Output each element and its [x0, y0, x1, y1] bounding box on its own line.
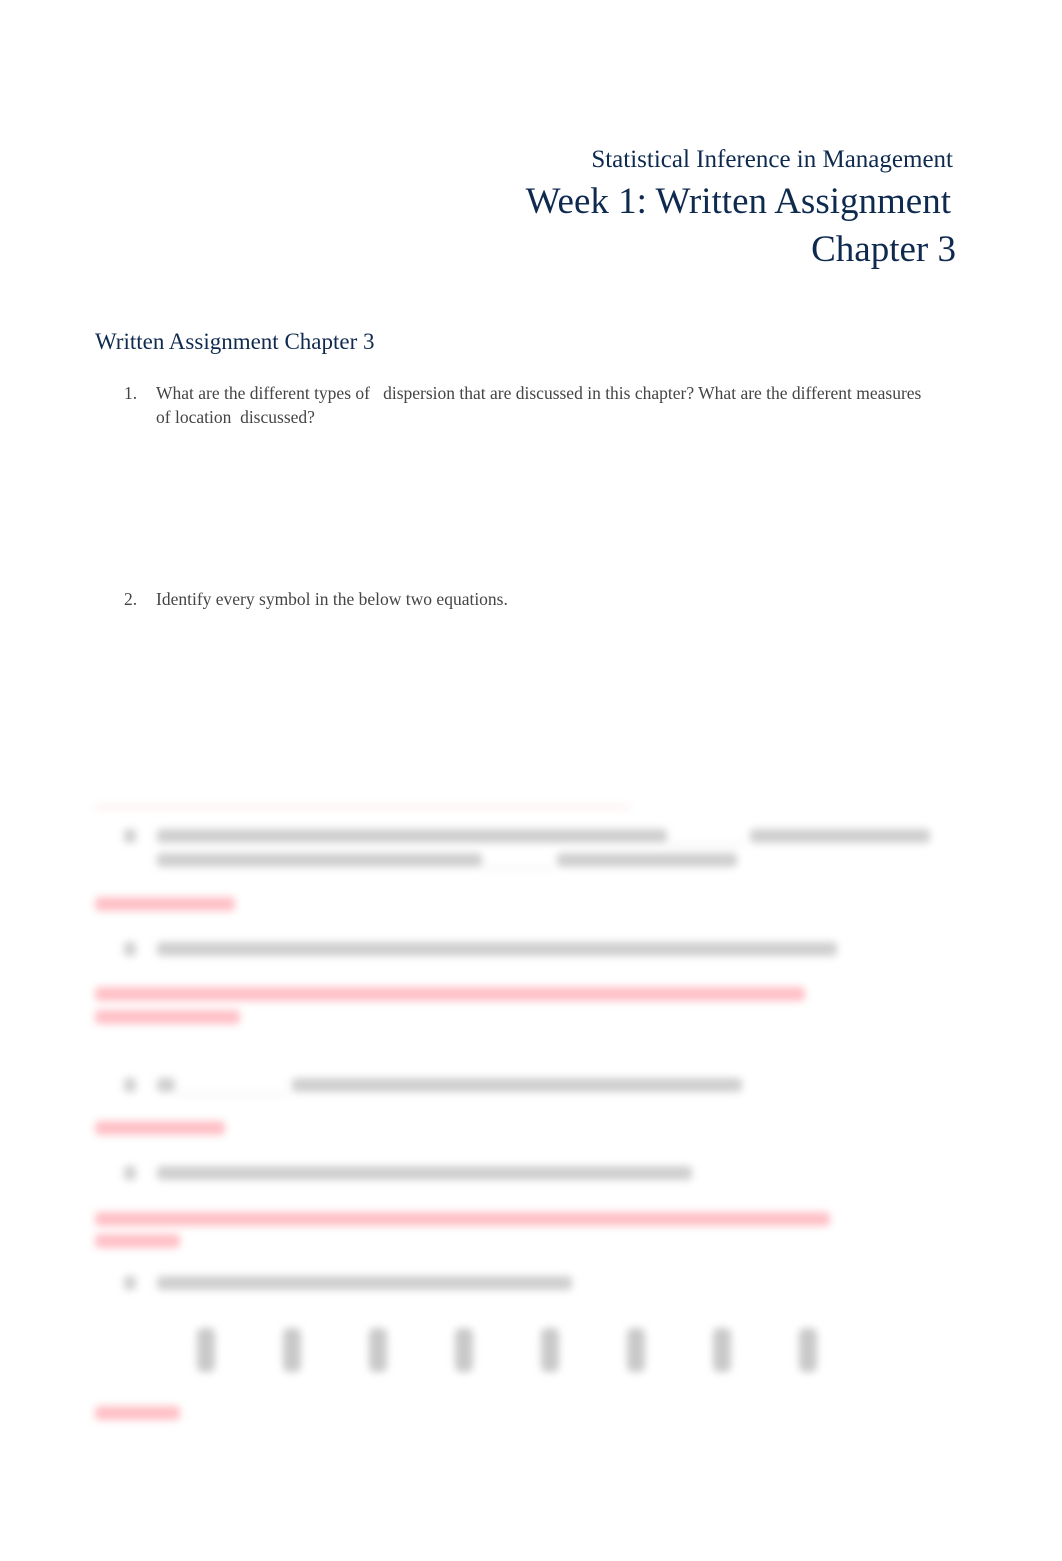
chapter-title: Chapter 3	[811, 229, 956, 270]
blurred-answer	[95, 987, 805, 1001]
blurred-question-text	[157, 1276, 572, 1290]
fill-in-blank	[667, 844, 742, 845]
question-text: Identify every symbol in the below two e…	[156, 589, 508, 609]
blurred-question-number	[124, 1078, 136, 1092]
blurred-question-text	[157, 1078, 175, 1092]
blurred-answer	[95, 1121, 225, 1135]
question-number: 1.	[124, 383, 138, 403]
question-text: What are the different types of dispersi…	[156, 383, 926, 427]
blurred-question-text	[750, 829, 930, 843]
assignment-title: Week 1: Written Assignment	[525, 181, 951, 222]
blurred-answer	[95, 1234, 180, 1248]
fill-in-blank	[177, 1094, 287, 1095]
blurred-question-number	[124, 1166, 136, 1180]
blurred-answer	[95, 1212, 830, 1226]
blurred-question-number	[124, 829, 136, 843]
blurred-data-value	[197, 1328, 215, 1372]
blurred-preview-region	[0, 800, 1062, 1460]
fill-in-blank	[482, 868, 552, 869]
question-2: 2. Identify every symbol in the below tw…	[124, 587, 944, 613]
course-title: Statistical Inference in Management	[591, 146, 953, 173]
blurred-question-text	[157, 829, 667, 843]
divider	[95, 806, 630, 808]
section-heading: Written Assignment Chapter 3	[95, 329, 375, 354]
blurred-data-value	[283, 1328, 301, 1372]
blurred-answer	[95, 1406, 180, 1420]
blurred-data-value	[799, 1328, 817, 1372]
blurred-question-number	[124, 942, 136, 956]
blurred-data-value	[541, 1328, 559, 1372]
question-number: 2.	[124, 589, 138, 609]
blurred-question-text	[157, 942, 837, 956]
question-1: 1. What are the different types of dispe…	[124, 381, 944, 431]
document-page: Statistical Inference in Management Week…	[0, 0, 1062, 1561]
blurred-question-number	[124, 1276, 136, 1290]
blurred-question-text	[157, 853, 482, 867]
blurred-data-value	[627, 1328, 645, 1372]
blurred-data-value	[713, 1328, 731, 1372]
blurred-data-value	[455, 1328, 473, 1372]
blurred-question-text	[157, 1166, 692, 1180]
blurred-question-text	[557, 853, 737, 867]
blurred-question-text	[292, 1078, 742, 1092]
blurred-answer	[95, 1010, 240, 1024]
blurred-data-value	[369, 1328, 387, 1372]
blurred-answer	[95, 897, 235, 911]
